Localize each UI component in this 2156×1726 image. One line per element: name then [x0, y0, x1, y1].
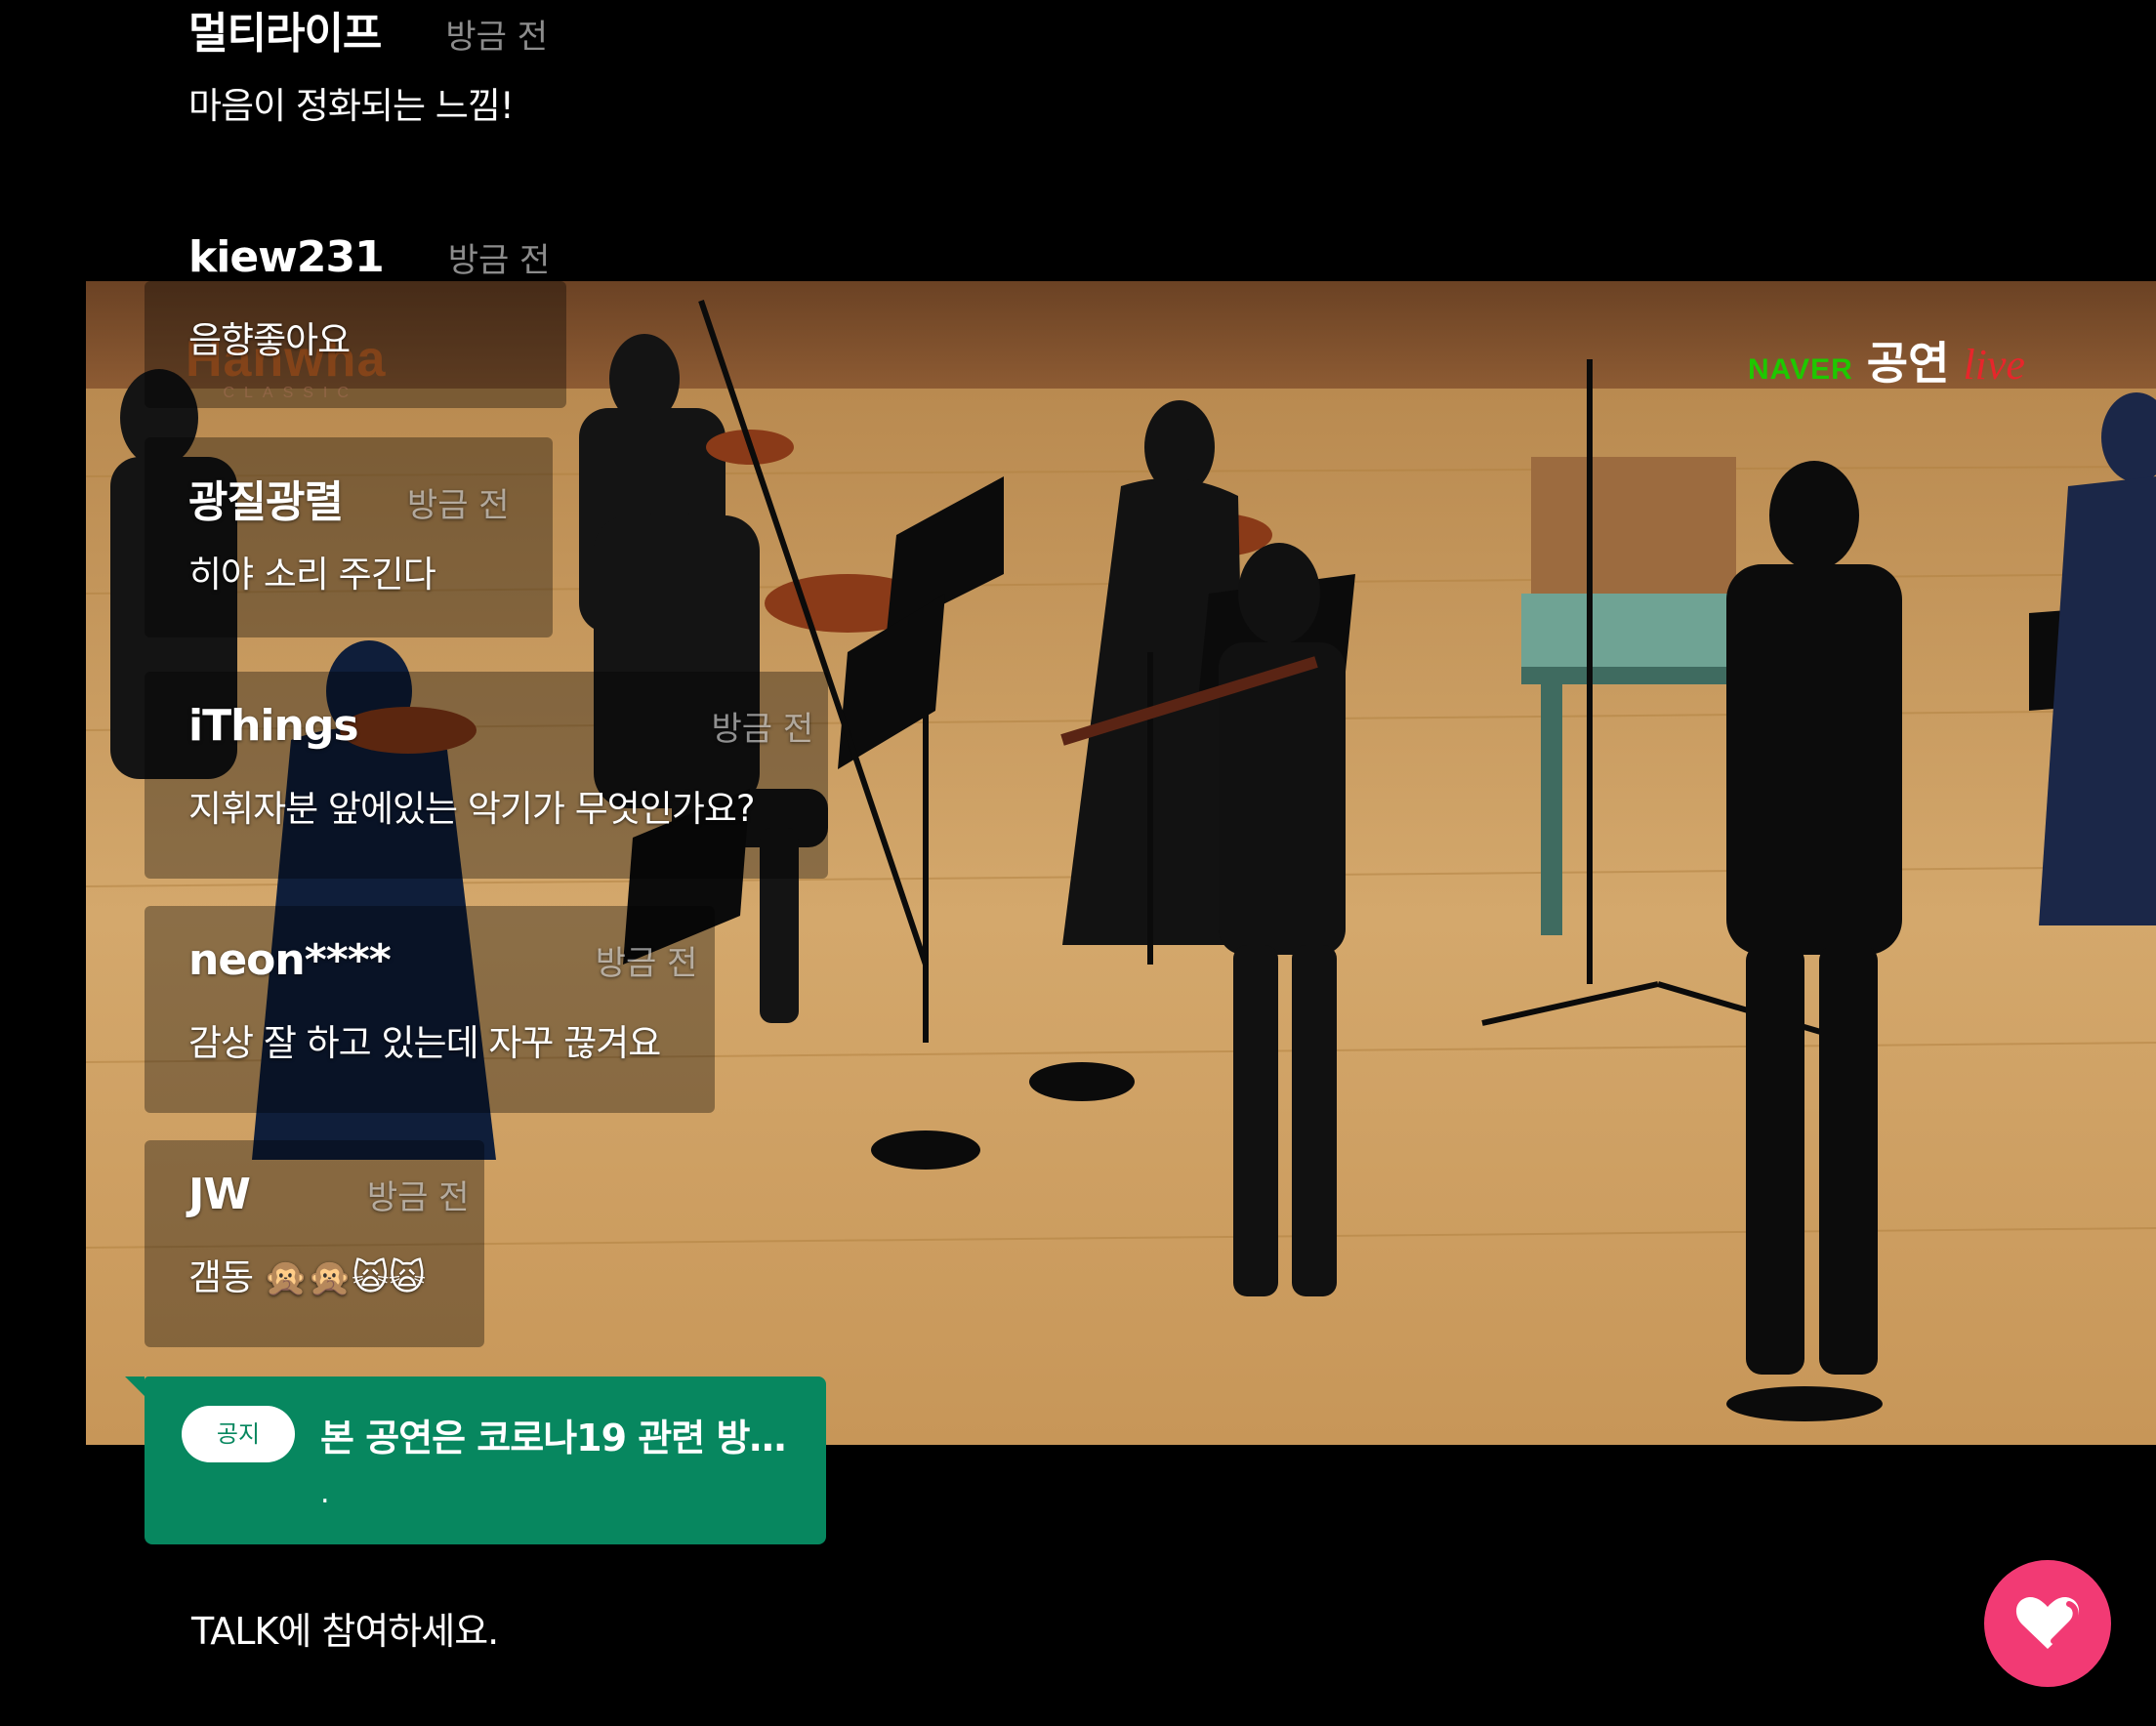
- naver-wordmark: NAVER: [1748, 353, 1853, 386]
- notice-banner[interactable]: 공지 본 공연은 코로나19 관련 방… .: [125, 1377, 826, 1544]
- chat-timestamp: 방금 전: [406, 486, 510, 525]
- double-heart-icon: [2015, 1597, 2080, 1649]
- chat-message: 멀티라이프 방금 전 마음이 정화되는 느낌!: [188, 0, 548, 129]
- notice-badge: 공지: [182, 1406, 295, 1462]
- naver-live-logo: NAVER 공연 live: [1748, 328, 2025, 392]
- chat-username[interactable]: neon****: [188, 935, 392, 985]
- chat-timestamp: 방금 전: [445, 18, 549, 57]
- chat-text: 갬동 🙊🙊🙀🙀: [188, 1256, 426, 1298]
- chat-message: 광질광렬 방금 전 히야 소리 주긴다: [188, 467, 510, 597]
- chat-text: 마음이 정화되는 느낌!: [188, 85, 515, 127]
- chat-text: 음향좋아요: [188, 319, 351, 361]
- chat-message: JW 방금 전 갬동 🙊🙊🙀🙀: [188, 1170, 470, 1300]
- chat-message: neon**** 방금 전 감상 잘 하고 있는데 자꾸 끊겨요: [188, 935, 697, 1066]
- chat-username[interactable]: 멀티라이프: [188, 0, 382, 61]
- chat-username[interactable]: iThings: [188, 701, 359, 751]
- chat-text: 히야 소리 주긴다: [188, 554, 436, 596]
- notice-text: 본 공연은 코로나19 관련 방…: [320, 1417, 786, 1459]
- chat-text: 지휘자분 앞에있는 악기가 무엇인가요?: [188, 788, 756, 830]
- chat-timestamp: 방금 전: [366, 1178, 470, 1217]
- chat-message: kiew231 방금 전 음향좋아요: [188, 232, 550, 363]
- chat-username[interactable]: 광질광렬: [188, 467, 344, 529]
- chat-message: iThings 방금 전 지휘자분 앞에있는 악기가 무엇인가요?: [188, 701, 813, 832]
- chat-username[interactable]: kiew231: [188, 232, 385, 282]
- chat-timestamp: 방금 전: [447, 241, 551, 280]
- chat-timestamp: 방금 전: [595, 944, 698, 983]
- chat-text: 감상 잘 하고 있는데 자꾸 끊겨요: [188, 1022, 661, 1064]
- live-stream-screen: NAVER 공연 live Hanwha CLASSIC 멀티라이프 방금 전 …: [0, 0, 2156, 1726]
- like-button[interactable]: [1984, 1560, 2111, 1687]
- notice-continuation: .: [320, 1476, 330, 1510]
- chat-timestamp: 방금 전: [711, 710, 814, 749]
- naver-title: 공연: [1866, 337, 1950, 390]
- naver-live-label: live: [1963, 341, 2025, 389]
- talk-input[interactable]: TALK에 참여하세요.: [191, 1601, 1070, 1655]
- chat-username[interactable]: JW: [188, 1170, 251, 1219]
